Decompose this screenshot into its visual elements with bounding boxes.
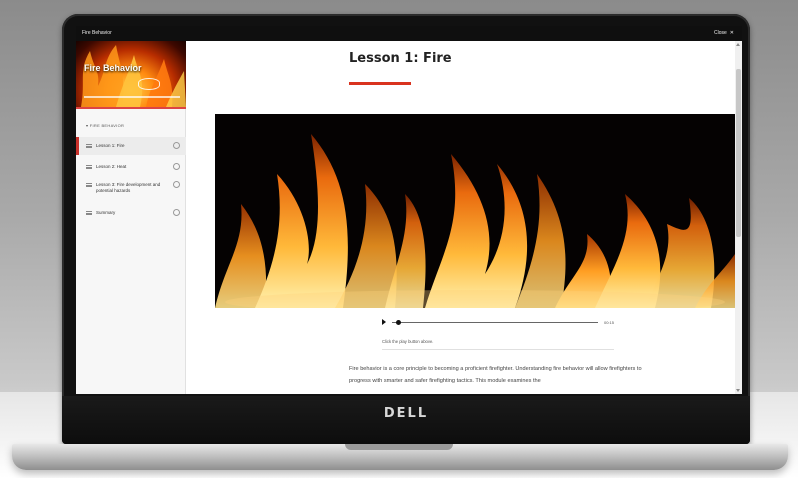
lesson-body-text: Fire behavior is a core principle to bec… — [349, 366, 642, 384]
title-underline — [349, 82, 411, 85]
chevron-down-icon: ▾ — [86, 123, 89, 128]
seek-bar[interactable] — [392, 319, 598, 325]
sidebar-accent-line — [76, 107, 186, 109]
lesson-icon — [86, 210, 92, 216]
screen: Fire Behavior Close ✕ Fire Behavior ▾ FI… — [76, 26, 742, 394]
page-title: Lesson 1: Fire — [349, 51, 452, 66]
course-title: Fire Behavior — [82, 30, 112, 36]
fire-photo — [215, 114, 735, 308]
sidebar-course-title: Fire Behavior — [84, 63, 142, 73]
sidebar-item-lesson-3[interactable]: Lesson 3: Fire development and potential… — [76, 179, 186, 199]
toc-section-label[interactable]: ▾ FIRE BEHAVIOR — [86, 123, 124, 128]
sidebar-item-lesson-2[interactable]: Lesson 2: Heat — [76, 161, 186, 175]
caption-divider — [382, 349, 614, 350]
audio-player: 00:15 — [382, 317, 614, 327]
close-label: Close — [714, 30, 727, 36]
lesson-icon — [86, 164, 92, 170]
sidebar-item-lesson-1[interactable]: Lesson 1: Fire — [76, 137, 186, 155]
laptop-hinge-notch — [345, 444, 453, 450]
sidebar-item-summary[interactable]: Summary — [76, 207, 186, 221]
lesson-sidebar: Fire Behavior ▾ FIRE BEHAVIOR Lesson 1: … — [76, 41, 186, 394]
completion-circle-icon — [173, 181, 180, 188]
course-progress-bar — [84, 96, 180, 98]
course-emblem-icon — [138, 78, 160, 90]
close-icon: ✕ — [729, 30, 734, 36]
laptop-brand-logo: DELL — [383, 406, 429, 421]
course-topbar: Fire Behavior Close ✕ — [76, 26, 742, 41]
play-icon[interactable] — [382, 319, 386, 325]
completion-circle-icon — [173, 209, 180, 216]
lesson-content: Lesson 1: Fire 00:15 Click the play butt… — [187, 41, 735, 394]
scroll-thumb[interactable] — [736, 69, 741, 237]
lesson-icon — [86, 143, 92, 149]
fire-flames-graphic — [215, 134, 735, 308]
completion-circle-icon — [173, 142, 180, 149]
media-caption: Click the play button above. — [382, 339, 434, 344]
course-hero-image: Fire Behavior — [76, 41, 186, 107]
lesson-icon — [86, 182, 92, 188]
seek-handle[interactable] — [396, 319, 401, 325]
close-button[interactable]: Close ✕ — [714, 30, 734, 36]
time-readout: 00:15 — [603, 319, 614, 325]
completion-circle-icon — [173, 163, 180, 170]
scroll-up-icon[interactable] — [736, 43, 740, 46]
scroll-down-icon[interactable] — [736, 389, 740, 392]
content-scrollbar[interactable] — [735, 41, 742, 394]
